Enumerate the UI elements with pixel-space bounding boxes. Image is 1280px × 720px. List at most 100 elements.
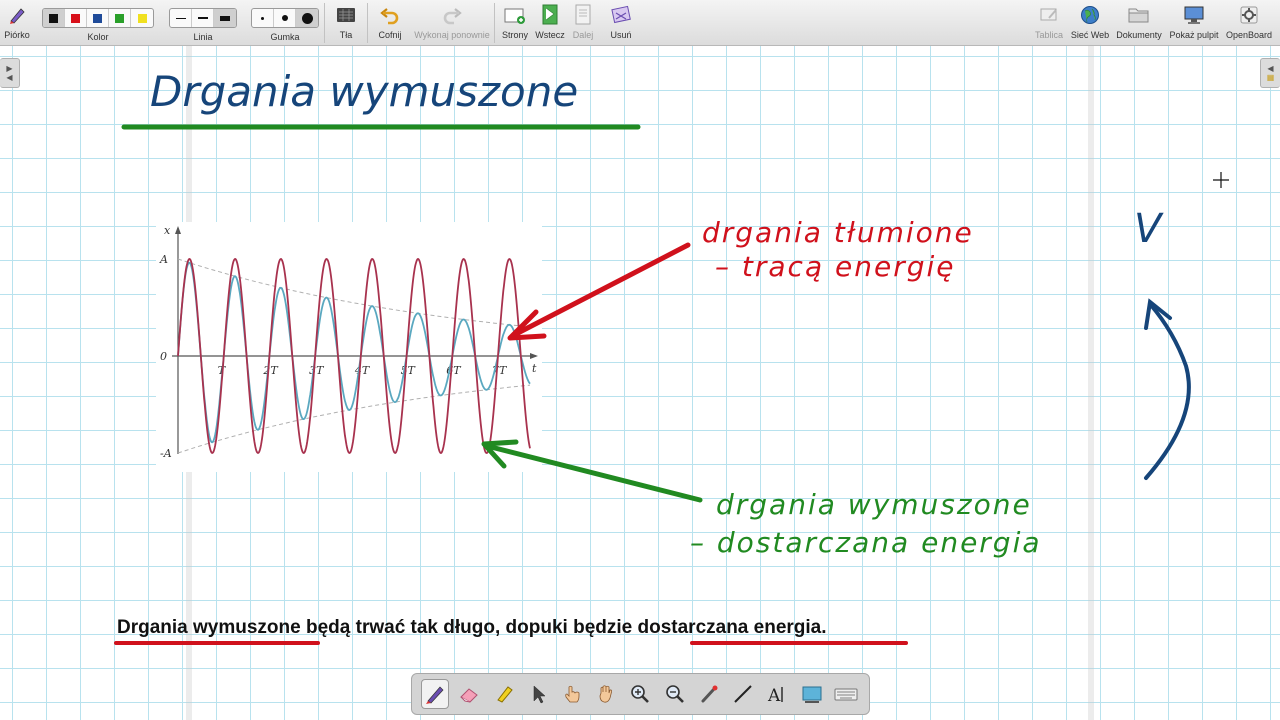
zoom-out-tool-button[interactable]	[661, 679, 689, 709]
line-thick-option[interactable]	[214, 9, 236, 27]
y-tick-label: 0	[160, 350, 167, 363]
caption-text: Drgania wymuszone będą trwać tak długo, …	[117, 617, 827, 639]
redo-button[interactable]: Wykonaj ponownie	[414, 0, 490, 46]
toolbar-separator	[367, 3, 368, 43]
redo-icon	[441, 4, 463, 26]
y-tick-label: -A	[160, 447, 172, 460]
zoom-in-icon	[631, 685, 650, 703]
hand-tool-button[interactable]	[592, 679, 620, 709]
x-tick-label: 4T	[354, 364, 371, 377]
folder-icon	[1128, 4, 1150, 26]
color-dot-1	[71, 13, 80, 23]
show-desktop-button[interactable]: Pokaż pulpit	[1168, 0, 1220, 46]
hand-icon	[599, 685, 613, 703]
line-icon	[734, 685, 752, 703]
board-icon	[1038, 4, 1060, 26]
line-thin-option[interactable]	[170, 9, 192, 27]
oscillation-chart: x t A0-A T 2T 3T 4T 5T 6T 7T	[156, 222, 542, 472]
library-icon: ▦	[1266, 73, 1275, 82]
forced-label-line2: – dostarczana energia	[690, 526, 1042, 559]
zoom-in-tool-button[interactable]	[626, 679, 654, 709]
color-swatch-red[interactable]	[65, 9, 87, 27]
main-toolbar: Piórko Kolor Linia Gumka Tła Cofnij Wyko…	[0, 0, 1280, 46]
color-dot-3	[115, 13, 124, 23]
pointing-hand-icon	[565, 685, 580, 703]
interactor-tool-button[interactable]	[558, 679, 586, 709]
monitor-icon	[1183, 4, 1205, 26]
eraser-large-option[interactable]	[296, 9, 318, 27]
blue-curved-arrow	[1144, 302, 1191, 480]
eraser-size-picker: Gumka	[250, 0, 320, 46]
pen-tool-button[interactable]	[421, 679, 450, 709]
line-width-picker: Linia	[168, 0, 238, 46]
pen-menu-button[interactable]: Piórko	[0, 0, 34, 46]
toolbar-separator	[324, 3, 325, 43]
board-title: Drgania wymuszone	[150, 67, 578, 116]
add-page-icon	[504, 4, 526, 26]
laser-pointer-icon	[701, 685, 718, 703]
caption-highlight-1: Drgania wymuszone	[117, 617, 301, 638]
x-tick-label: 2T	[262, 364, 279, 377]
caption-highlight-2: dostarczana energia.	[637, 617, 827, 638]
web-mode-button[interactable]: Sieć Web	[1070, 0, 1110, 46]
expand-left-icon: ◀	[1267, 64, 1274, 73]
eraser-size-options	[251, 8, 319, 28]
zoom-out-icon	[665, 685, 684, 703]
color-swatch-black[interactable]	[43, 9, 65, 27]
backgrounds-icon	[335, 4, 357, 26]
eraser-tool-button[interactable]	[455, 679, 483, 709]
color-swatch-blue[interactable]	[87, 9, 109, 27]
text-tool-button[interactable]: A	[763, 679, 791, 709]
line-width-options	[169, 8, 237, 28]
undo-button[interactable]: Cofnij	[372, 0, 408, 46]
eraser-small-option[interactable]	[252, 9, 274, 27]
board-mode-button[interactable]: Tablica	[1032, 0, 1066, 46]
screen-capture-icon	[802, 686, 822, 703]
x-axis-label: t	[532, 362, 537, 375]
caption-middle: będą trwać tak długo, dopuki będzie	[300, 617, 638, 638]
backgrounds-button[interactable]: Tła	[329, 0, 363, 46]
right-palette-tab[interactable]: ◀ ▦	[1260, 58, 1280, 88]
expand-right-icon: ▶	[6, 64, 13, 73]
color-dot-2	[93, 13, 102, 23]
pages-button[interactable]: Strony	[499, 0, 531, 46]
laser-pointer-tool-button[interactable]	[695, 679, 723, 709]
selector-tool-button[interactable]	[524, 679, 552, 709]
marker-tool-button[interactable]	[490, 679, 518, 709]
color-swatch-yellow[interactable]	[131, 9, 153, 27]
keyboard-tool-button[interactable]	[832, 679, 860, 709]
left-palette-tab[interactable]: ▶ ◀	[0, 58, 20, 88]
color-palette	[42, 8, 154, 28]
check-mark: V	[1134, 206, 1164, 252]
eraser-medium-option[interactable]	[274, 9, 296, 27]
color-dot-4	[137, 13, 147, 23]
line-medium-option[interactable]	[192, 9, 214, 27]
documents-mode-button[interactable]: Dokumenty	[1114, 0, 1164, 46]
openboard-menu-button[interactable]: OpenBoard	[1224, 0, 1274, 46]
line-tool-button[interactable]	[729, 679, 757, 709]
arrow-cursor-icon	[533, 685, 546, 704]
text-icon: A	[767, 686, 783, 705]
stylus-palette: A	[411, 673, 870, 715]
color-picker: Kolor	[40, 0, 156, 46]
y-axis-label: x	[164, 224, 171, 237]
back-button[interactable]: Wstecz	[533, 0, 567, 46]
whiteboard-canvas[interactable]: Drgania wymuszone x t A 0 -A T 2T 3T 4T 5T 6T 7T…	[0, 46, 1280, 720]
delete-icon	[610, 4, 632, 26]
gear-icon	[1238, 4, 1260, 26]
x-tick-label: 3T	[309, 364, 325, 377]
delete-button[interactable]: Usuń	[603, 0, 639, 46]
keyboard-icon	[834, 688, 858, 701]
page-next-icon	[572, 4, 594, 26]
highlighter-icon	[496, 686, 513, 703]
svg-text:A: A	[767, 686, 781, 705]
globe-icon	[1079, 4, 1101, 26]
color-dot-0	[49, 13, 58, 23]
capture-tool-button[interactable]	[798, 679, 826, 709]
undo-icon	[379, 4, 401, 26]
openboard-window: Piórko Kolor Linia Gumka Tła Cofnij Wyko…	[0, 0, 1280, 720]
next-button[interactable]: Dalej	[569, 0, 597, 46]
pen-tool-icon	[426, 686, 444, 704]
damped-label-line2: – tracą energię	[715, 250, 956, 283]
color-swatch-green[interactable]	[109, 9, 131, 27]
